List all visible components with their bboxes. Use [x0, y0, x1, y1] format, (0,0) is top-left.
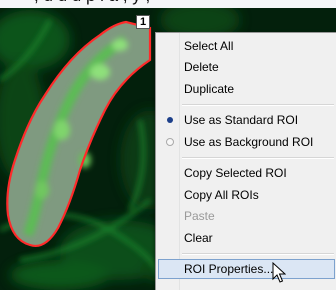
menu-item-label: Use as Background ROI — [184, 135, 314, 149]
roi-number-badge[interactable]: 1 — [136, 15, 150, 29]
radio-selected-icon — [167, 117, 173, 123]
menu-item-label: Copy Selected ROI — [184, 166, 287, 180]
menu-item-clear[interactable]: Clear — [158, 228, 335, 248]
menu-item-select-all[interactable]: Select All — [158, 36, 335, 56]
menu-item-label: Select All — [184, 39, 234, 53]
menu-item-label: Use as Standard ROI — [184, 113, 299, 127]
menu-item-paste[interactable]: Paste — [158, 206, 335, 226]
menu-item-copy-selected-roi[interactable]: Copy Selected ROI — [158, 163, 335, 183]
caption-fragment: , u u u p l a , y , — [34, 0, 150, 4]
menu-item-use-as-background-roi[interactable]: Use as Background ROI — [158, 132, 335, 152]
caption-strip: , u u u p l a , y , — [0, 0, 336, 8]
menu-item-label: Duplicate — [184, 82, 235, 96]
menu-item-use-as-standard-roi[interactable]: Use as Standard ROI — [158, 110, 335, 130]
radio-unselected-icon — [166, 138, 174, 146]
menu-item-label: Paste — [184, 209, 215, 223]
screenshot-frame: , u u u p l a , y , — [0, 0, 336, 290]
menu-separator — [182, 157, 334, 159]
context-menu: Select All Delete Duplicate Use as Stand… — [155, 32, 336, 290]
menu-item-copy-all-rois[interactable]: Copy All ROIs — [158, 185, 335, 205]
menu-item-roi-properties[interactable]: ROI Properties... — [158, 259, 335, 279]
menu-item-label: ROI Properties... — [184, 262, 274, 276]
menu-item-delete[interactable]: Delete — [158, 57, 335, 77]
menu-separator — [182, 104, 334, 106]
menu-item-label: Delete — [184, 60, 219, 74]
menu-item-label: Copy All ROIs — [184, 188, 259, 202]
menu-item-duplicate[interactable]: Duplicate — [158, 79, 335, 99]
menu-separator — [182, 253, 334, 255]
mouse-pointer-icon — [272, 262, 286, 283]
menu-item-label: Clear — [184, 231, 213, 245]
